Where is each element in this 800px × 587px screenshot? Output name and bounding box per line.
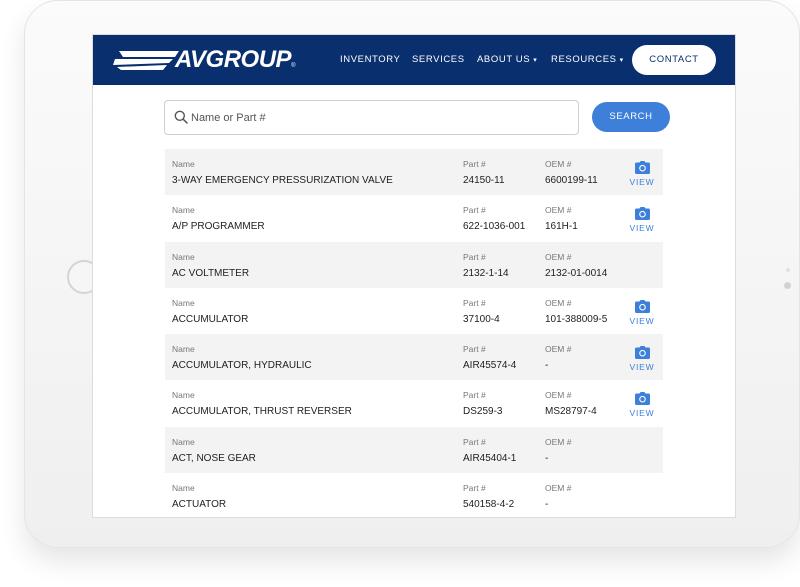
part-column-label: Part # (463, 344, 486, 355)
nav-about-us[interactable]: ABOUT US ▾ (477, 54, 537, 65)
part-column-label: Part # (463, 483, 486, 494)
oem-number: 2132-01-0014 (545, 267, 608, 279)
caret-down-icon: ▾ (533, 57, 538, 64)
camera-icon (634, 161, 650, 174)
view-photo-button[interactable]: VIEW (627, 346, 657, 372)
nav-resources[interactable]: RESOURCES ▾ (551, 54, 624, 65)
name-column-label: Name (172, 390, 195, 401)
oem-number: 6600199-11 (545, 175, 598, 186)
oem-number: 161H-1 (545, 221, 578, 233)
oem-number: - (545, 499, 549, 511)
part-number: 540158-4-2 (463, 499, 515, 511)
part-number: 2132-1-14 (463, 267, 509, 279)
name-column-label: Name (172, 344, 195, 355)
oem-number: 101-388009-5 (545, 313, 608, 325)
oem-column-label: OEM # (545, 251, 572, 262)
oem-number: MS28797-4 (545, 406, 597, 418)
part-column-label: Part # (463, 205, 486, 216)
brand-registered-mark: ® (291, 63, 296, 69)
nav-label: INVENTORY (340, 54, 401, 65)
part-number: AIR45404-1 (463, 452, 517, 464)
table-row[interactable]: Name A/P PROGRAMMER Part # 622-1036-001 OEM … (165, 195, 663, 241)
view-photo-button[interactable]: VIEW (627, 392, 657, 418)
oem-column-label: OEM # (545, 483, 572, 494)
table-row[interactable]: Name ACT, NOSE GEAR Part # AIR45404-1 OEM # - (165, 426, 663, 474)
logo-wing-icon (113, 51, 179, 70)
name-column-label: Name (172, 251, 195, 262)
part-name[interactable]: ACTUATOR (172, 499, 226, 510)
results-list: Name 3-WAY EMERGENCY PRESSURIZATION VALVE… (165, 149, 663, 517)
part-column-label: Part # (463, 297, 486, 308)
nav-services[interactable]: SERVICES (412, 54, 465, 65)
part-number: 24150-11 (463, 175, 505, 186)
camera-icon (634, 346, 650, 360)
name-column-label: Name (172, 159, 195, 169)
table-row[interactable]: Name 3-WAY EMERGENCY PRESSURIZATION VALVE… (165, 149, 663, 196)
name-column-label: Name (172, 205, 195, 216)
camera-icon (634, 207, 650, 221)
oem-column-label: OEM # (545, 436, 572, 447)
view-label: VIEW (629, 315, 655, 326)
oem-number: - (545, 452, 549, 464)
part-name[interactable]: 3-WAY EMERGENCY PRESSURIZATION VALVE (172, 175, 393, 186)
oem-column-label: OEM # (545, 159, 572, 169)
table-row[interactable]: Name ACTUATOR Part # 540158-4-2 OEM # - (165, 473, 663, 517)
table-row[interactable]: Name ACCUMULATOR Part # 37100-4 OEM # 101-388… (165, 288, 663, 334)
name-column-label: Name (172, 483, 195, 494)
view-photo-button[interactable]: VIEW (627, 299, 657, 326)
oem-column-label: OEM # (545, 344, 572, 355)
camera-icon (634, 392, 650, 406)
tablet-sensor (784, 282, 791, 289)
screen: AVGROUP ® INVENTORY SERVICES ABOUT US ▾ R… (93, 35, 735, 517)
view-photo-button[interactable]: VIEW (627, 207, 657, 233)
oem-column-label: OEM # (545, 205, 572, 216)
brand-logo[interactable]: AVGROUP ® (113, 46, 296, 73)
part-column-label: Part # (463, 390, 486, 401)
table-row[interactable]: Name ACCUMULATOR, THRUST REVERSER Part # DS… (165, 380, 663, 426)
search-box (164, 100, 579, 135)
name-column-label: Name (172, 297, 195, 308)
part-number: 37100-4 (463, 313, 500, 325)
search-input[interactable] (191, 101, 571, 134)
search-button[interactable]: SEARCH (592, 102, 670, 132)
part-number: DS259-3 (463, 406, 503, 418)
part-name[interactable]: AC VOLTMETER (172, 268, 249, 279)
view-label: VIEW (629, 408, 655, 419)
view-label: VIEW (629, 223, 655, 234)
part-column-label: Part # (463, 159, 486, 169)
part-number: AIR45574-4 (463, 360, 517, 372)
tablet-sensor-small (786, 268, 790, 272)
caret-down-icon: ▾ (619, 57, 624, 64)
oem-column-label: OEM # (545, 390, 572, 401)
nav-inventory[interactable]: INVENTORY (340, 54, 400, 65)
part-name[interactable]: ACT, NOSE GEAR (172, 453, 256, 464)
search-icon (174, 110, 188, 124)
part-name[interactable]: A/P PROGRAMMER (172, 221, 265, 232)
part-column-label: Part # (463, 251, 486, 262)
part-number: 622-1036-001 (463, 221, 526, 233)
view-label: VIEW (629, 362, 655, 373)
contact-button[interactable]: CONTACT (632, 45, 716, 75)
top-navbar: AVGROUP ® INVENTORY SERVICES ABOUT US ▾ R… (93, 35, 735, 85)
part-name[interactable]: ACCUMULATOR, HYDRAULIC (172, 360, 312, 371)
oem-number: - (545, 360, 549, 372)
brand-name: AVGROUP (175, 46, 292, 73)
view-label: VIEW (629, 177, 655, 187)
table-row[interactable]: Name ACCUMULATOR, HYDRAULIC Part # AIR45574… (165, 334, 663, 381)
camera-icon (634, 299, 650, 313)
nav-label: ABOUT US (477, 54, 531, 65)
part-name[interactable]: ACCUMULATOR (172, 314, 248, 325)
table-row[interactable]: Name AC VOLTMETER Part # 2132-1-14 OEM # 2132… (165, 241, 663, 288)
nav-label: RESOURCES (551, 54, 617, 65)
part-column-label: Part # (463, 436, 486, 447)
nav-label: SERVICES (412, 54, 465, 65)
name-column-label: Name (172, 436, 195, 447)
oem-column-label: OEM # (545, 297, 572, 308)
part-name[interactable]: ACCUMULATOR, THRUST REVERSER (172, 406, 352, 417)
view-photo-button[interactable]: VIEW (627, 161, 657, 187)
